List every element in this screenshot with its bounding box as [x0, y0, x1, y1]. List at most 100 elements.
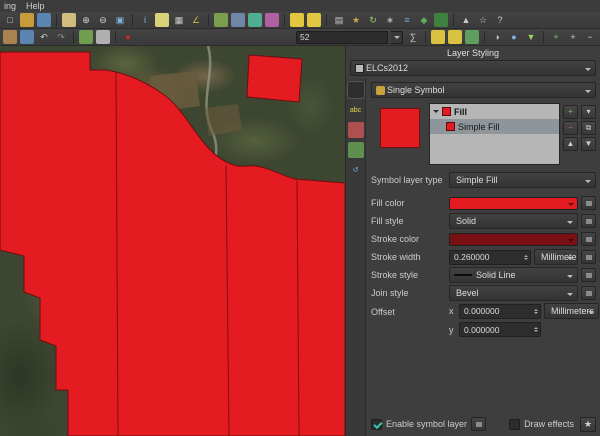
- data-defined-override-button[interactable]: [581, 232, 596, 246]
- data-defined-override-button[interactable]: [581, 196, 596, 210]
- stroke-style-select[interactable]: Solid Line: [449, 267, 578, 283]
- project-open-icon[interactable]: [20, 13, 34, 27]
- diagram-icon[interactable]: [465, 30, 479, 44]
- toolbar-value-field[interactable]: 52: [296, 31, 388, 44]
- zoom-full-icon[interactable]: ▣: [113, 13, 127, 27]
- grass-tools-icon[interactable]: [434, 13, 448, 27]
- offset-unit-select[interactable]: Millimeters: [544, 303, 599, 319]
- attribute-table-icon[interactable]: ▦: [172, 13, 186, 27]
- add-symbol-layer-button[interactable]: +: [563, 105, 578, 119]
- draw-effects-checkbox[interactable]: [509, 419, 520, 430]
- join-style-select[interactable]: Bevel: [449, 285, 578, 301]
- separator: [115, 31, 116, 43]
- python-console-icon[interactable]: ≡: [400, 13, 414, 27]
- project-new-icon[interactable]: □: [3, 13, 17, 27]
- layout-manager-icon[interactable]: ▤: [332, 13, 346, 27]
- undo-icon[interactable]: ↶: [37, 30, 51, 44]
- tree-row-fill[interactable]: Fill: [430, 104, 559, 119]
- solid-line-icon: [454, 274, 472, 276]
- identify-features-icon[interactable]: i: [138, 13, 152, 27]
- toolbar-field-dropdown-arrow[interactable]: [391, 31, 403, 44]
- layer-selector[interactable]: ELCs2012: [350, 60, 596, 76]
- north-arrow-icon[interactable]: ▲: [459, 13, 473, 27]
- red-circle-icon[interactable]: ●: [121, 30, 135, 44]
- tree-row-simple-fill[interactable]: Simple Fill: [430, 119, 559, 134]
- toggle-editing-icon[interactable]: [3, 30, 17, 44]
- move-down-button[interactable]: ▼: [581, 137, 596, 151]
- layer-visibility-icon[interactable]: ●: [507, 30, 521, 44]
- menu-item[interactable]: ing: [4, 1, 16, 11]
- spin-arrows-icon[interactable]: [521, 253, 528, 262]
- symbology-icon[interactable]: [348, 82, 364, 98]
- fill-style-select[interactable]: Solid: [449, 213, 578, 229]
- vertex-tool-icon[interactable]: [96, 30, 110, 44]
- offset-y-spinbox[interactable]: 0.000000: [459, 322, 541, 337]
- data-defined-override-button[interactable]: [581, 250, 596, 264]
- offset-x-spinbox[interactable]: 0.000000: [459, 304, 541, 319]
- add-raster-layer-icon[interactable]: [231, 13, 245, 27]
- add-point-cloud-layer-icon[interactable]: [265, 13, 279, 27]
- separator: [284, 14, 285, 26]
- processing-toolbox-icon[interactable]: ∗: [383, 13, 397, 27]
- zoom-out-icon[interactable]: ⊖: [96, 13, 110, 27]
- renderer-selector[interactable]: Single Symbol: [371, 82, 596, 98]
- data-defined-override-button[interactable]: [581, 268, 596, 282]
- stroke-color-button[interactable]: [449, 233, 578, 246]
- add-group-icon[interactable]: +: [549, 30, 563, 44]
- statistics-icon[interactable]: ∑: [406, 30, 420, 44]
- refresh-map-icon[interactable]: ↻: [366, 13, 380, 27]
- renderer-icon: [376, 86, 385, 95]
- add-mesh-layer-icon[interactable]: [248, 13, 262, 27]
- menu-item-help[interactable]: Help: [26, 1, 45, 11]
- plugins-icon[interactable]: ◆: [417, 13, 431, 27]
- labels-icon[interactable]: abc: [348, 102, 364, 118]
- add-vector-layer-icon[interactable]: [214, 13, 228, 27]
- expand-all-icon[interactable]: +: [566, 30, 580, 44]
- separator: [208, 14, 209, 26]
- fill-color-button[interactable]: [449, 197, 578, 210]
- project-save-icon[interactable]: [37, 13, 51, 27]
- redo-icon[interactable]: ↷: [54, 30, 68, 44]
- map-canvas[interactable]: [0, 46, 345, 436]
- label-options-icon[interactable]: [448, 30, 462, 44]
- pan-map-icon[interactable]: [62, 13, 76, 27]
- offset-x-label: x: [449, 306, 456, 316]
- red-polygon-piece: [247, 55, 302, 102]
- data-defined-override-button[interactable]: [581, 214, 596, 228]
- view-3d-icon[interactable]: [348, 142, 364, 158]
- help-icon[interactable]: ?: [493, 13, 507, 27]
- data-defined-enable-button[interactable]: [471, 417, 486, 431]
- separator: [326, 14, 327, 26]
- save-edits-icon[interactable]: [20, 30, 34, 44]
- annotation-icon[interactable]: [307, 13, 321, 27]
- stroke-width-spinbox[interactable]: 0.260000: [449, 250, 531, 265]
- stroke-width-unit-select[interactable]: Millimeters: [534, 249, 578, 265]
- filter-legend-icon[interactable]: ▼: [524, 30, 538, 44]
- stroke-width-label: Stroke width: [371, 252, 449, 262]
- labeling-icon[interactable]: [431, 30, 445, 44]
- style-manager-icon[interactable]: ★: [349, 13, 363, 27]
- add-feature-icon[interactable]: [79, 30, 93, 44]
- collapse-all-icon[interactable]: −: [583, 30, 597, 44]
- separator: [56, 14, 57, 26]
- measure-icon[interactable]: ∠: [189, 13, 203, 27]
- history-icon[interactable]: ↺: [348, 162, 364, 178]
- effects-star-button[interactable]: ★: [580, 417, 596, 432]
- spin-arrows-icon[interactable]: [531, 307, 538, 316]
- stroke-color-label: Stroke color: [371, 234, 449, 244]
- map-theme-icon[interactable]: ◑: [490, 30, 504, 44]
- remove-symbol-layer-button[interactable]: −: [563, 121, 578, 135]
- select-features-icon[interactable]: [155, 13, 169, 27]
- map-tips-icon[interactable]: [290, 13, 304, 27]
- diagrams-icon[interactable]: [348, 122, 364, 138]
- tree-expand-caret[interactable]: [433, 110, 439, 116]
- zoom-in-icon[interactable]: ⊕: [79, 13, 93, 27]
- duplicate-symbol-layer-button[interactable]: ⧉: [581, 121, 596, 135]
- move-up-button[interactable]: ▲: [563, 137, 578, 151]
- data-defined-override-button[interactable]: [581, 286, 596, 300]
- symbol-layer-type-select[interactable]: Simple Fill: [449, 172, 596, 188]
- spin-arrows-icon[interactable]: [531, 325, 538, 334]
- bookmark-icon[interactable]: ☆: [476, 13, 490, 27]
- symbol-menu-button[interactable]: ▾: [581, 105, 596, 119]
- enable-symbol-layer-checkbox[interactable]: [371, 419, 382, 430]
